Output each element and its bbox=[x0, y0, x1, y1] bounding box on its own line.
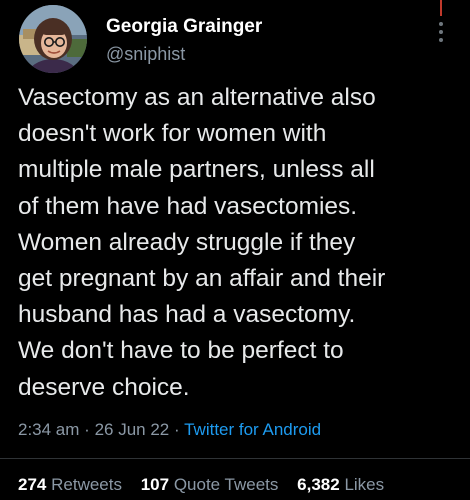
tweet-date[interactable]: 26 Jun 22 bbox=[95, 420, 170, 439]
tweet-stats: 274 Retweets 107 Quote Tweets 6,382 Like… bbox=[18, 475, 398, 495]
avatar-photo bbox=[19, 5, 87, 73]
quote-tweets-stat[interactable]: 107 Quote Tweets bbox=[141, 475, 279, 494]
avatar[interactable] bbox=[19, 5, 87, 73]
meta-separator: · bbox=[174, 420, 180, 439]
quote-tweets-label: Quote Tweets bbox=[173, 475, 279, 494]
tweet-meta: 2:34 am · 26 Jun 22 · Twitter for Androi… bbox=[18, 420, 321, 440]
tweet-time[interactable]: 2:34 am bbox=[18, 420, 79, 439]
divider bbox=[0, 458, 470, 459]
quote-tweets-count: 107 bbox=[140, 475, 170, 494]
likes-label: Likes bbox=[344, 475, 385, 494]
meta-separator: · bbox=[84, 420, 90, 439]
retweets-stat[interactable]: 274 Retweets bbox=[18, 475, 122, 494]
notification-indicator bbox=[440, 0, 442, 16]
more-vertical-icon[interactable] bbox=[436, 18, 446, 46]
author-name[interactable]: Georgia Grainger bbox=[106, 16, 262, 38]
likes-count: 6,382 bbox=[297, 475, 340, 494]
tweet-text: Vasectomy as an alternative also doesn't… bbox=[18, 84, 386, 401]
retweets-label: Retweets bbox=[51, 475, 122, 494]
retweets-count: 274 bbox=[18, 475, 47, 494]
likes-stat[interactable]: 6,382 Likes bbox=[297, 475, 384, 494]
author-handle[interactable]: @sniphist bbox=[106, 44, 185, 65]
tweet-source-link[interactable]: Twitter for Android bbox=[184, 420, 321, 439]
